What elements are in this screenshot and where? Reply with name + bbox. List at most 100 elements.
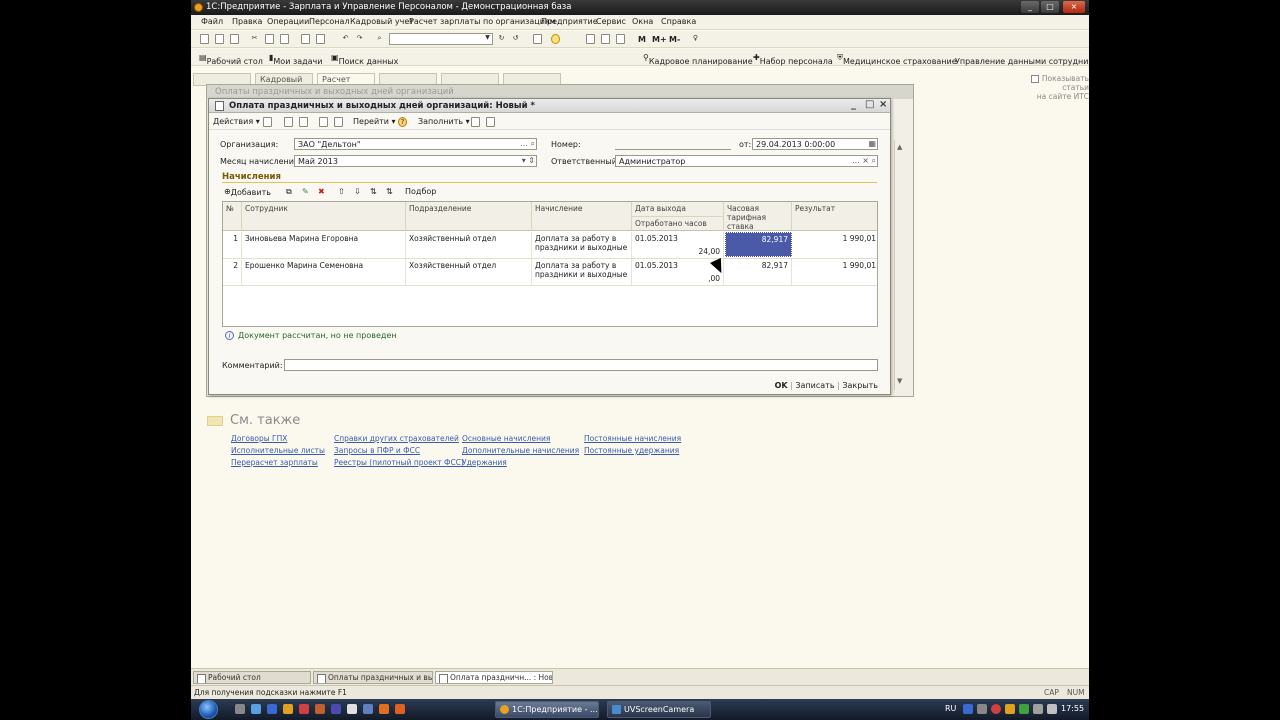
post-icon[interactable] <box>319 117 328 127</box>
col-num[interactable]: № <box>223 202 242 231</box>
recruitment-link[interactable]: ✚ Набор персонала <box>753 53 833 66</box>
task-document[interactable]: Оплата праздничн... : Новый * <box>435 671 553 684</box>
row-result[interactable]: 1 990,01 <box>792 232 877 258</box>
taskbar-1c-button[interactable]: 1С:Предприятие - ... <box>495 701 599 718</box>
hr-planning-link[interactable]: ⚲ Кадровое планирование <box>643 53 753 66</box>
taskbar-uvscreencamera-button[interactable]: UVScreenCamera <box>607 701 711 718</box>
undo-icon[interactable]: ↶ <box>341 34 350 44</box>
delete-row-icon[interactable]: ✖ <box>318 187 325 196</box>
tray-icon-3[interactable] <box>991 704 1001 714</box>
row-hours[interactable]: ,00 <box>632 272 724 285</box>
data-search-link[interactable]: ▣ Поиск данных <box>331 53 398 66</box>
row-rate[interactable]: 82,917 <box>725 232 792 257</box>
close-button[interactable]: × <box>1063 1 1085 13</box>
cut-icon[interactable]: ✂ <box>250 34 259 44</box>
link-deductions[interactable]: Удержания <box>462 458 507 467</box>
task-desktop[interactable]: Рабочий стол <box>193 671 311 684</box>
menu-help[interactable]: Справка <box>661 17 696 26</box>
row-rate[interactable]: 82,917 <box>724 259 792 285</box>
start-button[interactable] <box>199 700 218 719</box>
find-next-icon[interactable]: ↻ <box>497 34 506 44</box>
its-option[interactable]: Показывать статьи на сайте ИТС <box>1009 74 1089 101</box>
link-permanent-accruals[interactable]: Постоянные начисления <box>584 434 681 443</box>
calendar-icon[interactable] <box>601 34 610 44</box>
maximize-button[interactable]: □ <box>1041 1 1059 13</box>
link-permanent-deductions[interactable]: Постоянные удержания <box>584 446 679 455</box>
month-field[interactable]: Май 2013 ▾ ⇕ <box>294 155 537 167</box>
quicklaunch-icon-3[interactable] <box>315 704 325 714</box>
responsible-select-button[interactable]: ... × ⌕ <box>852 156 876 166</box>
quicklaunch-icon-5[interactable] <box>347 704 357 714</box>
dialog-maximize-button[interactable]: □ <box>865 99 874 110</box>
col-department[interactable]: Подразделение <box>406 202 532 231</box>
copy-icon[interactable] <box>265 34 274 44</box>
move-up-icon[interactable]: ⇧ <box>338 187 345 196</box>
row-department[interactable]: Хозяйственный отдел <box>406 232 532 258</box>
network-icon[interactable] <box>1033 704 1043 714</box>
save-icon[interactable] <box>230 34 239 44</box>
row-date[interactable]: 01.05.2013 <box>632 232 724 245</box>
quicklaunch-icon-2[interactable] <box>299 704 309 714</box>
paste-icon[interactable] <box>280 34 289 44</box>
its-checkbox[interactable] <box>1030 75 1039 83</box>
add-row-button[interactable]: ⊕ Добавить <box>224 187 271 197</box>
language-indicator[interactable]: RU <box>945 704 956 713</box>
list-icon[interactable] <box>263 117 272 127</box>
link-other-insurers[interactable]: Справки других страхователей <box>334 434 459 443</box>
desktop-icon[interactable] <box>235 704 245 714</box>
link-pfr-requests[interactable]: Запросы в ПФР и ФСС <box>334 446 420 455</box>
link-fss-registers[interactable]: Реестры (пилотный проект ФСС) <box>334 458 464 467</box>
row-accrual[interactable]: Доплата за работу в праздники и выходные <box>532 232 632 258</box>
clock[interactable]: 17:55 <box>1061 704 1084 713</box>
memory-button[interactable]: M <box>638 35 646 44</box>
org-select-button[interactable]: ... ⌕ <box>520 139 535 149</box>
sort-desc-icon[interactable]: ⇅ <box>386 187 393 196</box>
col-rate[interactable]: Часовая тарифная ставка <box>724 202 792 231</box>
copy-row-icon[interactable]: ⧉ <box>286 187 292 197</box>
ok-button[interactable]: OK <box>775 381 788 390</box>
ie-icon[interactable] <box>267 704 277 714</box>
edit-row-icon[interactable]: ✎ <box>302 187 309 196</box>
print-icon[interactable] <box>301 34 310 44</box>
pick-button[interactable]: Подбор <box>405 187 436 196</box>
row-hours[interactable]: 24,00 <box>632 245 724 258</box>
print-doc-icon[interactable] <box>334 117 343 127</box>
col-accrual[interactable]: Начисление <box>532 202 632 231</box>
tips-icon[interactable]: ♀ <box>691 34 700 44</box>
comment-input[interactable] <box>284 359 878 371</box>
row-accrual[interactable]: Доплата за работу в праздники и выходные <box>532 259 632 285</box>
desktop-link[interactable]: ▤ Рабочий стол <box>199 53 263 66</box>
new-icon[interactable] <box>200 34 209 44</box>
move-down-icon[interactable]: ⇩ <box>354 187 361 196</box>
help-icon[interactable]: ? <box>398 117 407 127</box>
my-tasks-link[interactable]: ▮ Мои задачи <box>269 53 322 66</box>
sort-asc-icon[interactable]: ⇅ <box>370 187 377 196</box>
date-field[interactable]: 29.04.2013 0:00:00 ▦ <box>752 138 878 150</box>
window-icon[interactable] <box>533 34 542 44</box>
dialog-close-button[interactable]: × <box>879 99 887 110</box>
tray-icon-2[interactable] <box>977 704 987 714</box>
goto-menu[interactable]: Перейти ▾ <box>353 117 396 126</box>
link-recalc[interactable]: Перерасчет зарплаты <box>231 458 318 467</box>
quicklaunch-icon-1[interactable] <box>283 704 293 714</box>
preview-icon[interactable] <box>316 34 325 44</box>
col-employee[interactable]: Сотрудник <box>242 202 406 231</box>
link-writs[interactable]: Исполнительные листы <box>231 446 325 455</box>
col-date[interactable]: Дата выхода Отработано часов <box>632 202 724 231</box>
link-main-accruals[interactable]: Основные начисления <box>462 434 550 443</box>
org-field[interactable]: ЗАО "Дельтон" ... ⌕ <box>294 138 537 150</box>
menu-operations[interactable]: Операции <box>267 17 309 26</box>
scroll-up-icon[interactable]: ▲ <box>897 143 902 151</box>
task-list[interactable]: Оплаты праздничных и вых... <box>313 671 433 684</box>
find-prev-icon[interactable]: ↺ <box>511 34 520 44</box>
menu-enterprise[interactable]: Предприятие <box>541 17 598 26</box>
memory-minus-button[interactable]: M- <box>669 35 680 44</box>
menu-service[interactable]: Сервис <box>596 17 626 26</box>
doc-copy-icon[interactable] <box>299 117 308 127</box>
redo-icon[interactable]: ↷ <box>355 34 364 44</box>
tray-icon-5[interactable] <box>1019 704 1029 714</box>
volume-icon[interactable] <box>1047 704 1057 714</box>
grid-icon[interactable] <box>471 117 480 127</box>
scroll-down-icon[interactable]: ▼ <box>897 377 902 385</box>
row-employee[interactable]: Ерошенко Марина Семеновна <box>242 259 406 285</box>
